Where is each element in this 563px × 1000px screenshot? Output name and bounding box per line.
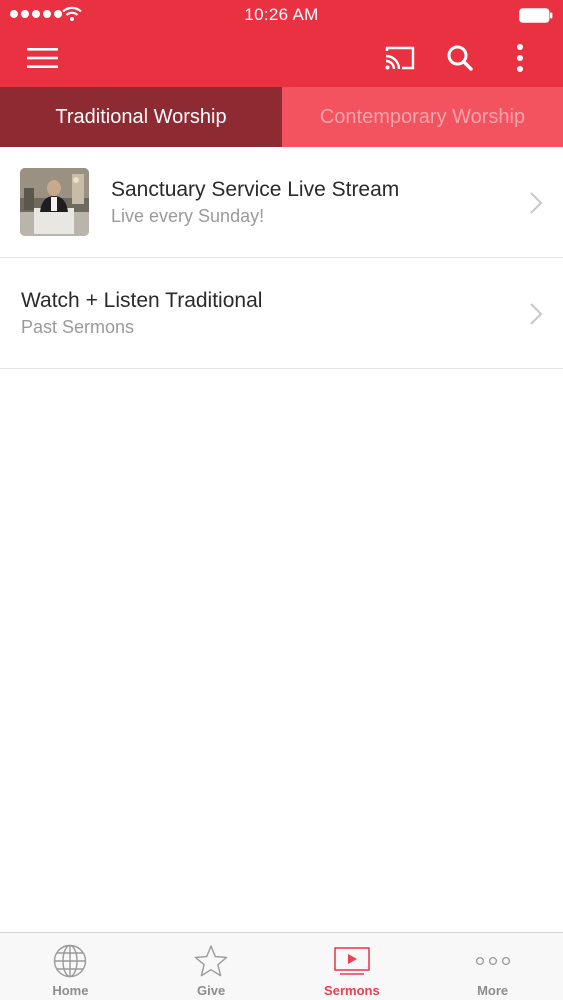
more-horizontal-icon bbox=[475, 956, 510, 966]
tab-label: Sermons bbox=[324, 983, 380, 998]
list-item-title: Sanctuary Service Live Stream bbox=[111, 178, 400, 201]
tab-traditional-worship[interactable]: Traditional Worship bbox=[0, 87, 282, 147]
menu-button[interactable] bbox=[21, 38, 65, 78]
worship-tabs: Traditional Worship Contemporary Worship bbox=[0, 87, 563, 147]
app-header: 10:26 AM bbox=[0, 0, 563, 87]
menu-icon bbox=[27, 48, 58, 68]
tab-label: Give bbox=[197, 983, 226, 998]
globe-icon bbox=[54, 944, 87, 978]
list-item-watch-listen[interactable]: Watch + Listen Traditional Past Sermons bbox=[0, 258, 563, 369]
star-icon bbox=[194, 945, 228, 977]
list-item-live-stream[interactable]: Sanctuary Service Live Stream Live every… bbox=[0, 147, 563, 258]
status-time: 10:26 AM bbox=[244, 5, 319, 24]
status-bar: 10:26 AM bbox=[0, 0, 563, 30]
toolbar bbox=[0, 30, 563, 87]
tab-sermons[interactable]: Sermons bbox=[282, 933, 423, 1000]
list-item-subtitle: Live every Sunday! bbox=[111, 206, 265, 226]
search-button[interactable] bbox=[438, 38, 482, 78]
tab-give[interactable]: Give bbox=[141, 933, 282, 1000]
tab-home[interactable]: Home bbox=[0, 933, 141, 1000]
cast-icon bbox=[385, 46, 415, 70]
live-stream-thumbnail bbox=[20, 168, 89, 236]
cast-button[interactable] bbox=[378, 38, 422, 78]
tab-contemporary-worship[interactable]: Contemporary Worship bbox=[282, 87, 563, 147]
list-item-title: Watch + Listen Traditional bbox=[21, 289, 263, 312]
search-icon bbox=[447, 45, 473, 71]
chevron-right-icon bbox=[530, 303, 543, 325]
battery-icon bbox=[519, 8, 553, 23]
chevron-right-icon bbox=[530, 192, 543, 214]
tab-more[interactable]: More bbox=[422, 933, 563, 1000]
list-item-subtitle: Past Sermons bbox=[21, 317, 135, 337]
video-play-icon bbox=[334, 947, 370, 975]
more-vertical-icon bbox=[517, 44, 523, 72]
tab-label: Home bbox=[52, 983, 89, 998]
more-options-button[interactable] bbox=[498, 38, 542, 78]
sermon-list: Sanctuary Service Live Stream Live every… bbox=[0, 147, 563, 369]
tab-label: More bbox=[477, 983, 509, 998]
bottom-tab-bar: Home Give Sermons More bbox=[0, 932, 563, 1000]
